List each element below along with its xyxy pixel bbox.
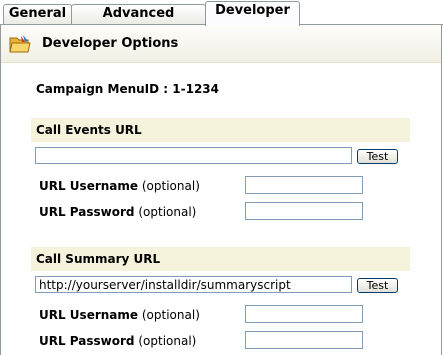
call-events-title: Call Events URL	[36, 123, 142, 137]
call-events-section-header: Call Events URL	[31, 118, 410, 142]
call-summary-password-label: URL Password (optional)	[39, 334, 196, 348]
call-summary-test-button[interactable]: Test	[357, 278, 398, 293]
password-label-text: URL Password	[39, 205, 135, 219]
call-summary-username-input[interactable]	[245, 305, 363, 323]
folder-icon	[9, 34, 31, 54]
call-summary-url-input[interactable]	[35, 276, 352, 293]
tab-general[interactable]: General	[3, 4, 72, 24]
call-events-username-label: URL Username (optional)	[39, 179, 200, 193]
tab-developer[interactable]: Developer	[205, 1, 300, 26]
call-events-test-button[interactable]: Test	[357, 149, 398, 164]
call-summary-title: Call Summary URL	[36, 252, 161, 266]
username-label-text: URL Username	[39, 179, 139, 193]
username-optional-text: (optional)	[141, 179, 200, 193]
password-label-text: URL Password	[39, 334, 135, 348]
campaign-menu-id: Campaign MenuID : 1-1234	[36, 82, 219, 96]
call-events-url-input[interactable]	[35, 147, 352, 164]
call-events-username-input[interactable]	[245, 176, 363, 194]
call-events-password-input[interactable]	[245, 202, 363, 220]
call-events-password-label: URL Password (optional)	[39, 205, 196, 219]
page-title: Developer Options	[42, 36, 179, 51]
username-optional-text: (optional)	[141, 308, 200, 322]
password-optional-text: (optional)	[138, 205, 197, 219]
password-optional-text: (optional)	[138, 334, 197, 348]
call-summary-username-label: URL Username (optional)	[39, 308, 200, 322]
tab-bar: General Advanced Options Developer	[0, 0, 443, 39]
panel-header: Developer Options	[1, 25, 441, 63]
call-summary-password-input[interactable]	[245, 331, 363, 349]
username-label-text: URL Username	[39, 308, 139, 322]
call-summary-section-header: Call Summary URL	[31, 247, 410, 271]
tab-advanced-options[interactable]: Advanced Options	[71, 4, 206, 39]
